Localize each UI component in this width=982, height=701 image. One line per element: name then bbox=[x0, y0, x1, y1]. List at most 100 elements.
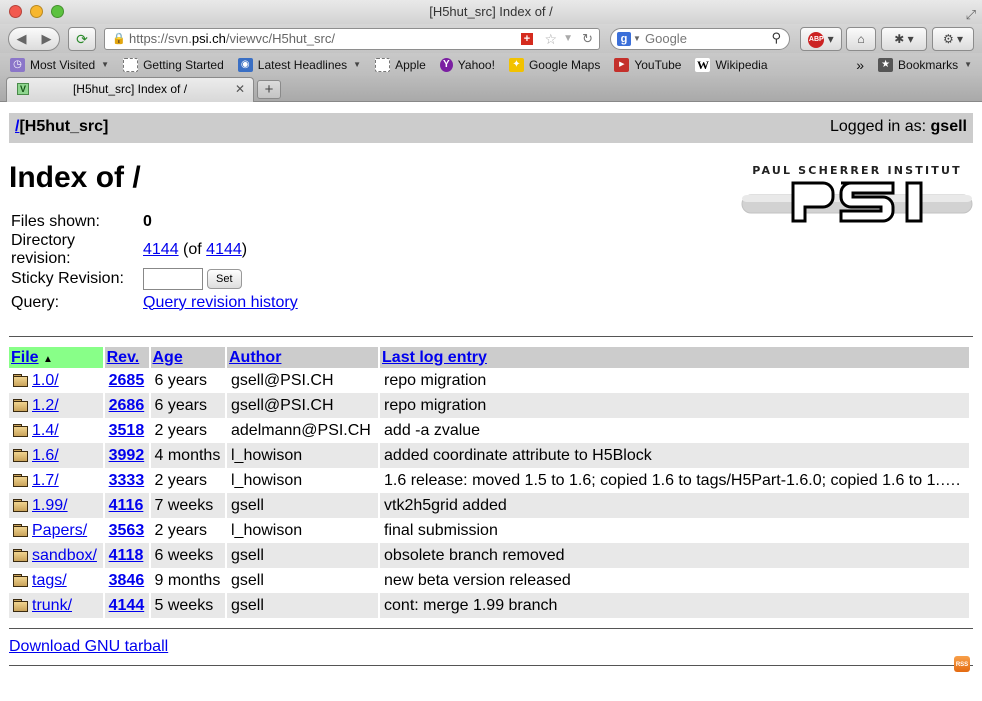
file-link[interactable]: 1.2/ bbox=[32, 397, 59, 414]
query-revision-history-link[interactable]: Query revision history bbox=[143, 294, 298, 311]
revision-link[interactable]: 3563 bbox=[109, 522, 145, 539]
bookmark-latest-headlines[interactable]: ◉ Latest Headlines ▼ bbox=[237, 57, 361, 72]
url-dropdown-icon[interactable]: ▼ bbox=[563, 29, 573, 49]
column-header-author[interactable]: Author bbox=[227, 347, 379, 368]
forward-icon[interactable]: ▶ bbox=[34, 31, 59, 47]
bookmarks-overflow-button[interactable]: » bbox=[856, 57, 864, 73]
file-link[interactable]: trunk/ bbox=[32, 597, 72, 614]
sort-by-rev-link[interactable]: Rev. bbox=[107, 349, 140, 366]
search-engine-icon[interactable]: g bbox=[617, 32, 631, 46]
addon-button[interactable]: ⚙ ▾ bbox=[932, 27, 974, 51]
rev-cell: 4144 bbox=[104, 593, 149, 618]
rev-cell: 3518 bbox=[104, 418, 149, 443]
star-icon[interactable]: ☆ bbox=[544, 29, 557, 49]
file-link[interactable]: tags/ bbox=[32, 572, 67, 589]
table-row: 1.7/3333 2 years l_howison 1.6 release: mov… bbox=[9, 468, 969, 493]
tools-button[interactable]: ✱ ▾ bbox=[881, 27, 927, 51]
author-cell: gsell@PSI.CH bbox=[227, 368, 379, 393]
bookmark-most-visited[interactable]: ◷ Most Visited ▼ bbox=[10, 57, 109, 72]
folder-icon[interactable] bbox=[13, 598, 28, 612]
file-link[interactable]: 1.99/ bbox=[32, 497, 68, 514]
log-cell: final submission bbox=[380, 518, 969, 543]
revision-of-suffix: ) bbox=[241, 241, 248, 258]
file-link[interactable]: sandbox/ bbox=[32, 547, 97, 564]
file-cell: 1.0/ bbox=[9, 368, 103, 393]
login-status: Logged in as: gsell bbox=[830, 113, 967, 141]
url-bar[interactable]: 🔒 https://svn.psi.ch/viewvc/H5hut_src/ +… bbox=[104, 28, 600, 50]
sticky-revision-input[interactable] bbox=[143, 268, 203, 290]
set-button[interactable]: Set bbox=[207, 269, 242, 289]
bookmark-yahoo[interactable]: Y Yahoo! bbox=[439, 57, 495, 72]
sort-by-log-link[interactable]: Last log entry bbox=[382, 349, 487, 366]
new-tab-button[interactable]: + bbox=[257, 80, 281, 99]
flag-icon[interactable]: + bbox=[521, 33, 533, 45]
revision-link[interactable]: 2686 bbox=[109, 397, 145, 414]
url-host: psi.ch bbox=[191, 31, 226, 46]
folder-icon[interactable] bbox=[13, 373, 28, 387]
bookmarks-menu-label: Bookmarks bbox=[898, 57, 959, 72]
sort-by-file-link[interactable]: File bbox=[11, 349, 39, 366]
bookmark-google-maps[interactable]: ✦ Google Maps bbox=[508, 57, 600, 72]
search-bar[interactable]: g ▼ Google ⚲ bbox=[610, 28, 790, 50]
window-titlebar: [H5hut_src] Index of / ⤢ bbox=[0, 0, 982, 24]
revision-link[interactable]: 3992 bbox=[109, 447, 145, 464]
log-cell: repo migration bbox=[380, 368, 969, 393]
bookmark-getting-started[interactable]: Getting Started bbox=[123, 57, 224, 72]
files-shown-label: Files shown: bbox=[11, 212, 100, 230]
minimize-window-button[interactable] bbox=[30, 5, 43, 18]
directory-revision-row: Directory revision: 4144 (of 4144) bbox=[11, 232, 302, 268]
reload-button[interactable]: ⟳ bbox=[68, 27, 96, 51]
back-icon[interactable]: ◀ bbox=[9, 31, 34, 47]
folder-icon[interactable] bbox=[13, 548, 28, 562]
revision-link[interactable]: 3333 bbox=[109, 472, 145, 489]
adblock-button[interactable]: ABP ▾ bbox=[800, 27, 842, 51]
search-engine-dropdown-icon[interactable]: ▼ bbox=[633, 29, 641, 49]
file-link[interactable]: 1.7/ bbox=[32, 472, 59, 489]
folder-icon[interactable] bbox=[13, 473, 28, 487]
folder-icon[interactable] bbox=[13, 423, 28, 437]
file-link[interactable]: 1.6/ bbox=[32, 447, 59, 464]
directory-revision-link[interactable]: 4144 bbox=[143, 241, 179, 258]
close-tab-icon[interactable]: ✕ bbox=[235, 78, 245, 101]
refresh-icon[interactable]: ↻ bbox=[582, 29, 593, 49]
lock-icon: 🔒 bbox=[112, 33, 126, 45]
file-link[interactable]: 1.4/ bbox=[32, 422, 59, 439]
tab-active[interactable]: V [H5hut_src] Index of / ✕ bbox=[6, 77, 254, 102]
revision-link[interactable]: 2685 bbox=[109, 372, 145, 389]
rev-cell: 3992 bbox=[104, 443, 149, 468]
age-cell: 6 weeks bbox=[150, 543, 225, 568]
revision-link[interactable]: 4116 bbox=[109, 497, 144, 514]
revision-link[interactable]: 4118 bbox=[109, 547, 144, 564]
folder-icon[interactable] bbox=[13, 573, 28, 587]
folder-icon[interactable] bbox=[13, 498, 28, 512]
folder-icon[interactable] bbox=[13, 398, 28, 412]
rss-feed-icon[interactable]: RSS bbox=[954, 656, 970, 672]
column-header-file[interactable]: File ▲ bbox=[9, 347, 103, 368]
column-header-rev[interactable]: Rev. bbox=[104, 347, 149, 368]
search-icon[interactable]: ⚲ bbox=[771, 28, 781, 48]
close-window-button[interactable] bbox=[9, 5, 22, 18]
download-tarball-link[interactable]: Download GNU tarball bbox=[9, 638, 973, 656]
folder-icon[interactable] bbox=[13, 448, 28, 462]
log-cell: obsolete branch removed bbox=[380, 543, 969, 568]
age-cell: 5 weeks bbox=[150, 593, 225, 618]
revision-link[interactable]: 3518 bbox=[109, 422, 145, 439]
bookmark-wikipedia[interactable]: W Wikipedia bbox=[695, 57, 768, 72]
column-header-log[interactable]: Last log entry bbox=[380, 347, 969, 368]
bookmark-youtube[interactable]: ▶ YouTube bbox=[614, 57, 681, 72]
revision-link[interactable]: 4144 bbox=[109, 597, 145, 614]
column-header-age[interactable]: Age bbox=[150, 347, 225, 368]
zoom-window-button[interactable] bbox=[51, 5, 64, 18]
tools-icon: ✱ bbox=[894, 32, 905, 46]
revision-link[interactable]: 3846 bbox=[109, 572, 145, 589]
file-link[interactable]: Papers/ bbox=[32, 522, 87, 539]
head-revision-link[interactable]: 4144 bbox=[206, 241, 242, 258]
psi-logo[interactable]: PAUL SCHERRER INSTITUT bbox=[741, 163, 973, 227]
sort-by-author-link[interactable]: Author bbox=[229, 349, 281, 366]
sort-by-age-link[interactable]: Age bbox=[153, 349, 183, 366]
bookmarks-menu-button[interactable]: ★ Bookmarks ▼ bbox=[878, 57, 972, 72]
bookmark-apple[interactable]: Apple bbox=[375, 57, 426, 72]
file-link[interactable]: 1.0/ bbox=[32, 372, 59, 389]
folder-icon[interactable] bbox=[13, 523, 28, 537]
home-button[interactable]: ⌂ bbox=[846, 27, 876, 51]
